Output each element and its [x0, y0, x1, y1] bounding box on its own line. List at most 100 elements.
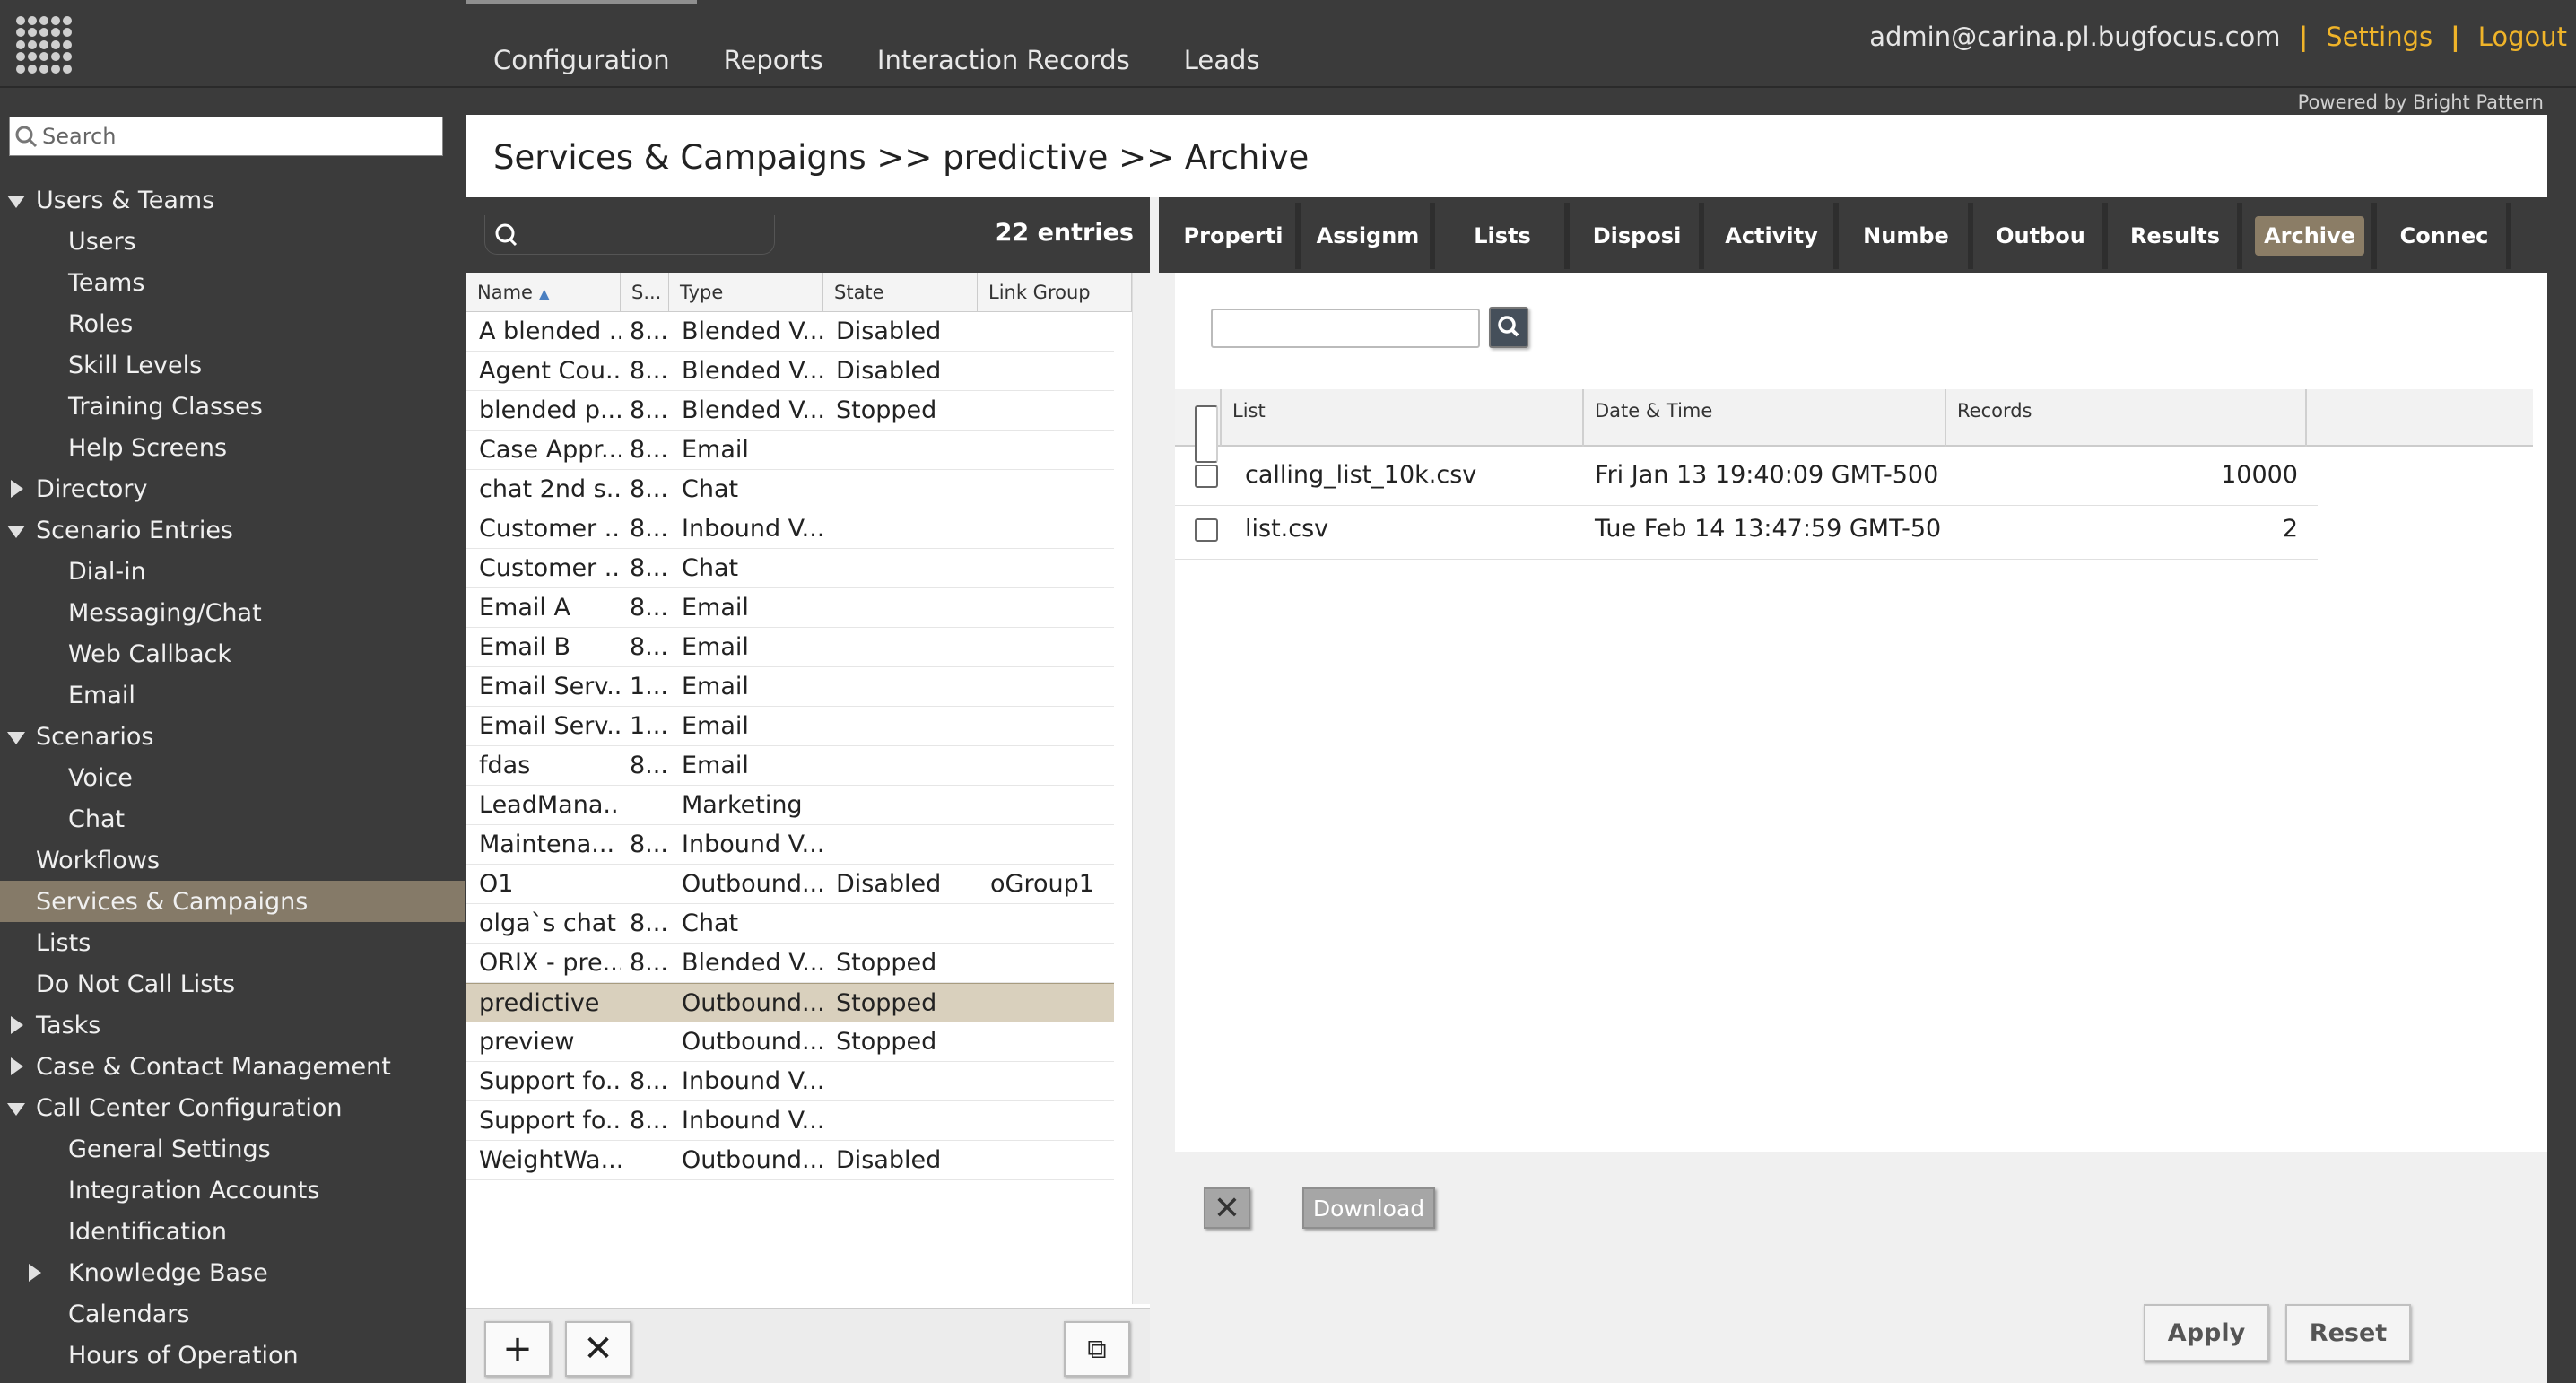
table-row[interactable]: fdas 8... Email [466, 746, 1114, 786]
delete-archive-button[interactable]: ✕ [1204, 1187, 1250, 1229]
table-row[interactable]: Email A 8... Email [466, 588, 1114, 628]
table-row[interactable]: A blended ... 8... Blended V... Disabled [466, 312, 1114, 352]
tab-outbou[interactable]: Outbou [1979, 203, 2108, 269]
list-scrollbar[interactable] [1132, 273, 1150, 1304]
tab-interaction-records[interactable]: Interaction Records [850, 0, 1157, 88]
sidebar-item-messaging-chat[interactable]: Messaging/Chat [0, 592, 465, 633]
column-s[interactable]: S... [621, 273, 669, 312]
sidebar-item-help-screens[interactable]: Help Screens [0, 427, 465, 468]
add-button[interactable]: + [484, 1321, 551, 1377]
sidebar-item-users[interactable]: Users [0, 221, 465, 262]
popout-button[interactable]: ⧉ [1064, 1321, 1130, 1377]
sidebar-item-lists[interactable]: Lists [0, 922, 465, 963]
cell-type: Chat [682, 475, 739, 503]
sidebar-item-training-classes[interactable]: Training Classes [0, 386, 465, 427]
table-row[interactable]: Email Serv... 1... Email [466, 707, 1114, 746]
column-name[interactable]: Name ▲ [466, 273, 621, 312]
reset-button[interactable]: Reset [2285, 1304, 2411, 1361]
sidebar-item-users-teams[interactable]: Users & Teams [0, 179, 465, 221]
tab-lists[interactable]: Lists [1440, 203, 1570, 269]
cell-type: Outbound... [682, 1146, 823, 1174]
tab-archive[interactable]: Archive [2248, 203, 2377, 269]
sidebar-item-teams[interactable]: Teams [0, 262, 465, 303]
sidebar-item-call-center-configuration[interactable]: Call Center Configuration [0, 1087, 465, 1128]
tab-configuration[interactable]: Configuration [466, 0, 697, 88]
tab-activity[interactable]: Activity [1710, 203, 1839, 269]
table-row[interactable]: WeightWa... Outbound... Disabled [466, 1141, 1114, 1180]
sidebar-item-general-settings[interactable]: General Settings [0, 1128, 465, 1170]
sidebar-item-services-campaigns[interactable]: Services & Campaigns [0, 881, 465, 922]
table-row[interactable]: Maintena... 8... Inbound V... [466, 825, 1114, 865]
download-button[interactable]: Download [1302, 1187, 1435, 1229]
table-row[interactable]: Support fo... 8... Inbound V... [466, 1062, 1114, 1101]
table-row[interactable]: Email Serv... 1... Email [466, 667, 1114, 707]
sidebar-search-input[interactable] [42, 118, 428, 154]
archive-search-button[interactable] [1489, 307, 1528, 348]
sidebar-item-scenario-entries[interactable]: Scenario Entries [0, 509, 465, 551]
row-checkbox[interactable] [1195, 518, 1218, 542]
tab-numbe[interactable]: Numbe [1844, 203, 1973, 269]
table-row[interactable]: Support fo... 8... Inbound V... [466, 1101, 1114, 1141]
sidebar-item-scenarios[interactable]: Scenarios [0, 716, 465, 757]
sidebar-item-identification[interactable]: Identification [0, 1211, 465, 1252]
column-link-group[interactable]: Link Group [978, 273, 1132, 312]
column-date-time[interactable]: Date & Time [1584, 389, 1946, 447]
tab-leads[interactable]: Leads [1157, 0, 1287, 88]
sidebar-item-do-not-call-lists[interactable]: Do Not Call Lists [0, 963, 465, 1005]
archive-search-input[interactable] [1211, 309, 1480, 348]
cell-name: Customer ... [479, 554, 621, 582]
tab-reports[interactable]: Reports [697, 0, 850, 88]
delete-button[interactable]: ✕ [565, 1321, 631, 1377]
cell-s: 8... [630, 317, 668, 345]
sidebar-item-directory[interactable]: Directory [0, 468, 465, 509]
sidebar-item-calendars[interactable]: Calendars [0, 1293, 465, 1335]
table-row[interactable]: olga`s chat 8... Chat [466, 904, 1114, 944]
tab-disposi[interactable]: Disposi [1575, 203, 1704, 269]
sidebar-item-workflows[interactable]: Workflows [0, 839, 465, 881]
cell-link-group [978, 588, 1114, 627]
table-row[interactable]: Customer ... 8... Chat [466, 549, 1114, 588]
sidebar-item-web-callback[interactable]: Web Callback [0, 633, 465, 674]
sidebar-item-tasks[interactable]: Tasks [0, 1005, 465, 1046]
detail-panel: Properti Assignm Lists Disposi Activity Numbe… [1159, 197, 2547, 1383]
tab-results[interactable]: Results [2113, 203, 2242, 269]
table-row[interactable]: O1 Outbound... Disabled oGroup1 [466, 865, 1114, 904]
archive-row[interactable]: list.csv Tue Feb 14 13:47:59 GMT-500... 2 [1175, 506, 2318, 560]
sidebar-item-integration-accounts[interactable]: Integration Accounts [0, 1170, 465, 1211]
table-row[interactable]: chat 2nd s... 8... Chat [466, 470, 1114, 509]
archive-row[interactable]: calling_list_10k.csv Fri Jan 13 19:40:09 … [1175, 452, 2318, 506]
cell-state [823, 667, 978, 706]
tab-connec[interactable]: Connec [2382, 203, 2511, 269]
table-row[interactable]: Agent Cou... 8... Blended V... Disabled [466, 352, 1114, 391]
column-state[interactable]: State [823, 273, 978, 312]
table-row[interactable]: predictive Outbound... Stopped [466, 983, 1114, 1022]
table-row[interactable]: Case Appr... 8... Email [466, 431, 1114, 470]
table-row[interactable]: Customer ... 8... Inbound V... [466, 509, 1114, 549]
apply-button[interactable]: Apply [2144, 1304, 2269, 1361]
table-row[interactable]: blended p... 8... Blended V... Stopped [466, 391, 1114, 431]
sidebar-item-chat[interactable]: Chat [0, 798, 465, 839]
logout-link[interactable]: Logout [2478, 22, 2567, 52]
table-row[interactable]: ORIX - pre... 8... Blended V... Stopped [466, 944, 1114, 983]
column-records[interactable]: Records [1946, 389, 2307, 447]
sidebar-item-voice[interactable]: Voice [0, 757, 465, 798]
app-menu-icon[interactable] [16, 16, 74, 74]
list-search[interactable] [484, 215, 775, 255]
sidebar-item-hours-of-operation[interactable]: Hours of Operation [0, 1335, 465, 1376]
sidebar-item-case-contact-management[interactable]: Case & Contact Management [0, 1046, 465, 1087]
sidebar-item-skill-levels[interactable]: Skill Levels [0, 344, 465, 386]
column-list[interactable]: List [1222, 389, 1584, 447]
row-checkbox[interactable] [1195, 465, 1218, 488]
table-row[interactable]: Email B 8... Email [466, 628, 1114, 667]
table-row[interactable]: LeadMana... Marketing [466, 786, 1114, 825]
table-row[interactable]: preview Outbound... Stopped [466, 1022, 1114, 1062]
column-type[interactable]: Type [669, 273, 823, 312]
sidebar-item-roles[interactable]: Roles [0, 303, 465, 344]
sidebar-item-email[interactable]: Email [0, 674, 465, 716]
tab-assignm[interactable]: Assignm [1306, 203, 1435, 269]
tab-properti[interactable]: Properti [1171, 203, 1301, 269]
settings-link[interactable]: Settings [2326, 22, 2432, 52]
sidebar-item-dial-in[interactable]: Dial-in [0, 551, 465, 592]
sidebar-item-knowledge-base[interactable]: Knowledge Base [0, 1252, 465, 1293]
sidebar-item-label: Skill Levels [68, 351, 203, 379]
